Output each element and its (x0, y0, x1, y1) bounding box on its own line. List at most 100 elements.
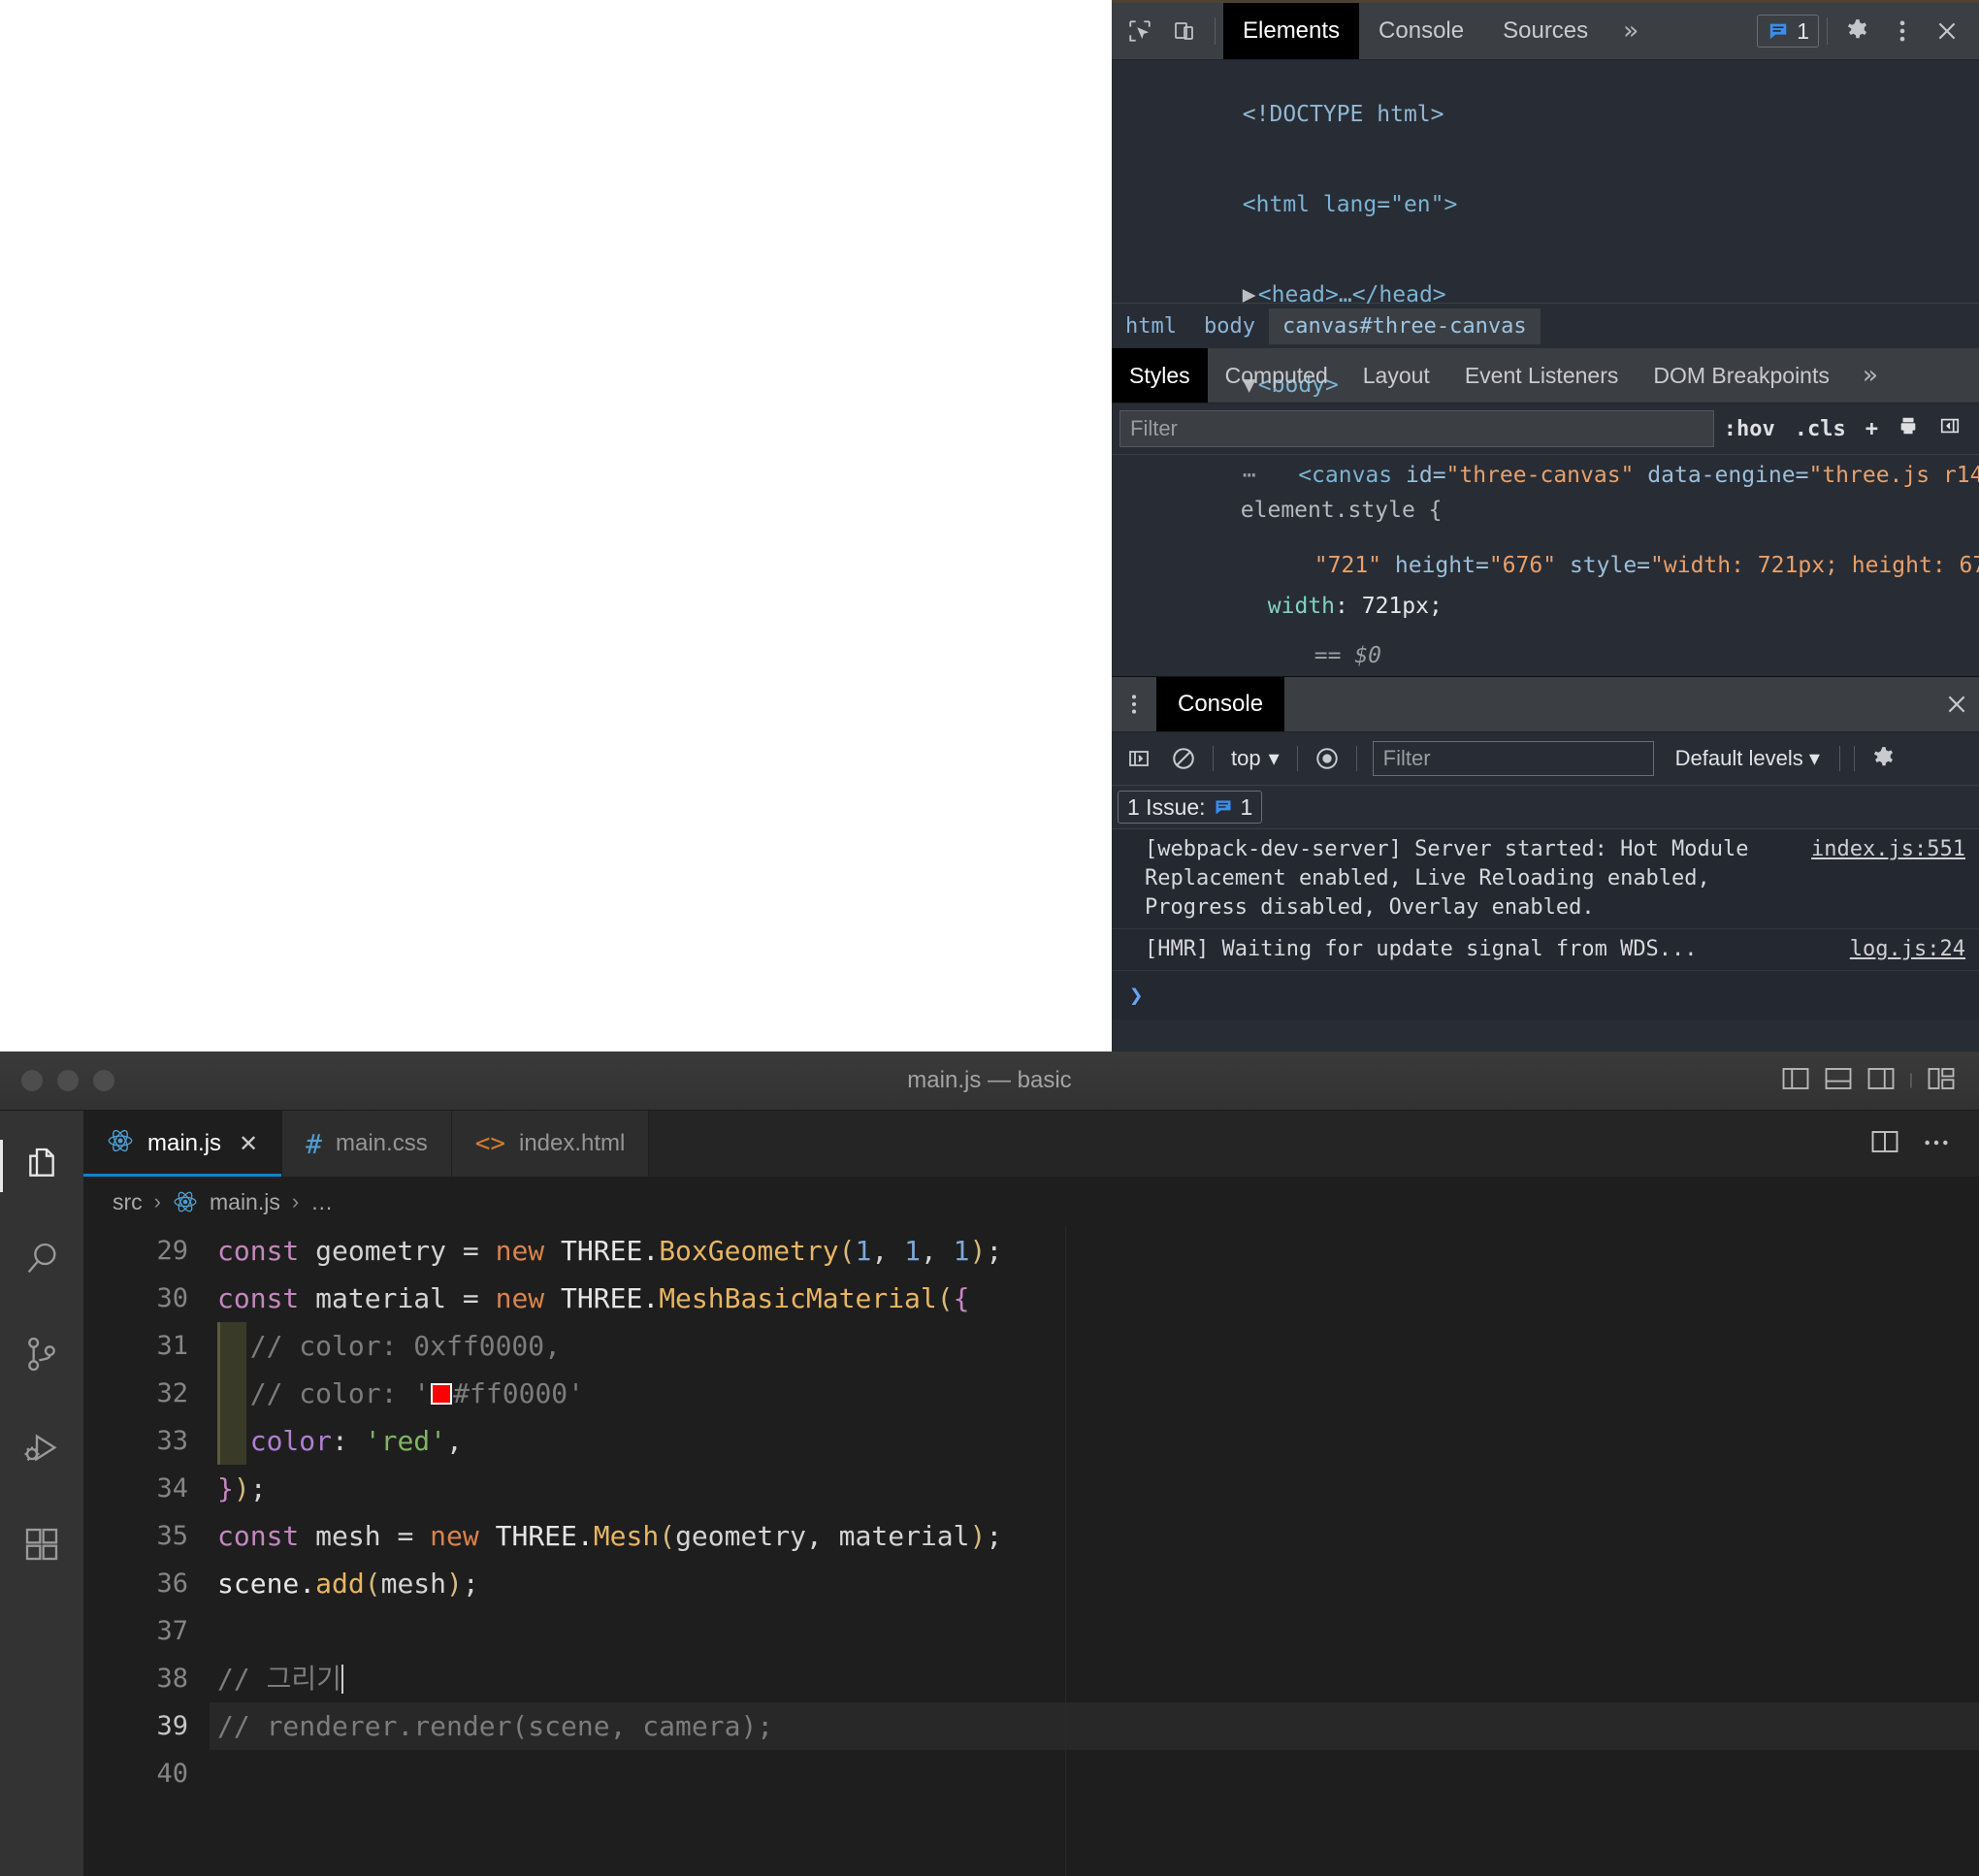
close-icon[interactable]: ✕ (239, 1130, 258, 1158)
css-property-name[interactable]: width (1268, 594, 1335, 619)
code-editor[interactable]: 29 30 31 32 33 34 35 36 37 38 39 40 const geometry … (83, 1227, 1979, 1876)
sidebar-item-explorer[interactable] (0, 1132, 83, 1200)
tab-index-html[interactable]: <> index.html (451, 1111, 650, 1177)
tab-main-css[interactable]: # main.css (282, 1111, 452, 1177)
execution-context-selector[interactable]: top ▾ (1221, 746, 1289, 771)
toggle-panel-icon[interactable] (1824, 1066, 1853, 1096)
code-line[interactable]: const mesh = new THREE.Mesh(geometry, ma… (210, 1512, 1979, 1560)
toggle-secondary-sidebar-icon[interactable] (1866, 1066, 1896, 1096)
chevron-down-icon: ▾ (1808, 746, 1820, 770)
styles-tab-computed[interactable]: Computed (1208, 348, 1346, 403)
console-messages[interactable]: [webpack-dev-server] Server started: Hot… (1112, 829, 1979, 1019)
dom-node-html[interactable]: <html lang="en"> (1112, 160, 1979, 250)
styles-filter-input[interactable]: Filter (1119, 410, 1714, 447)
console-filter-input[interactable]: Filter (1372, 741, 1654, 776)
breadcrumb-item-src[interactable]: src (113, 1189, 143, 1215)
console-prompt[interactable]: ❯ (1112, 971, 1979, 1019)
code-line[interactable]: const geometry = new THREE.BoxGeometry(1… (210, 1227, 1979, 1275)
color-swatch[interactable] (431, 1383, 453, 1405)
kebab-menu-icon[interactable] (1880, 9, 1925, 53)
dom-tree[interactable]: <!DOCTYPE html> <html lang="en"> ▶<head>… (1112, 60, 1979, 849)
close-icon[interactable] (1934, 682, 1979, 727)
drawer-tab-console[interactable]: Console (1156, 677, 1285, 731)
code-line[interactable]: // renderer.render(scene, camera); (210, 1702, 1979, 1750)
code-line[interactable]: // color: ' #ff0000' (210, 1370, 1979, 1417)
node-badge-icon[interactable]: ⋯ (1243, 463, 1258, 488)
code-line[interactable]: scene.add(mesh); (210, 1560, 1979, 1607)
code-token: mesh (380, 1568, 447, 1600)
message-source-link[interactable]: index.js:551 (1798, 835, 1965, 864)
console-sidebar-icon[interactable] (1118, 737, 1160, 780)
code-line[interactable]: color: 'red', (210, 1417, 1979, 1465)
code-line[interactable] (210, 1607, 1979, 1655)
breadcrumb-item-body[interactable]: body (1190, 308, 1269, 344)
text-cursor (341, 1665, 343, 1694)
minimize-window-button[interactable] (57, 1070, 79, 1091)
code-line[interactable]: // color: 0xff0000, (210, 1322, 1979, 1370)
issues-button[interactable]: 1 Issue: 1 (1118, 791, 1263, 824)
browser-page-viewport[interactable] (0, 0, 1112, 1051)
code-line[interactable]: const material = new THREE.MeshBasicMate… (210, 1275, 1979, 1322)
close-window-button[interactable] (21, 1070, 43, 1091)
breadcrumb-item-symbol[interactable]: … (310, 1189, 333, 1215)
gear-icon[interactable] (1835, 9, 1880, 53)
tab-main-js[interactable]: main.js ✕ (83, 1111, 283, 1177)
code-token: = (462, 1235, 496, 1267)
more-tabs-chevron-icon[interactable]: » (1607, 3, 1654, 59)
dom-node-doctype[interactable]: <!DOCTYPE html> (1112, 70, 1979, 160)
message-source-link[interactable]: log.js:24 (1836, 935, 1965, 964)
style-print-icon[interactable] (1888, 415, 1929, 442)
devtools-tab-sources[interactable]: Sources (1483, 3, 1607, 59)
log-levels-selector[interactable]: Default levels ▾ (1664, 746, 1832, 771)
code-token: scene. (217, 1568, 316, 1600)
gear-icon[interactable] (1863, 737, 1905, 780)
code-token: 1 (953, 1235, 970, 1267)
device-toolbar-icon[interactable] (1162, 9, 1207, 53)
toggle-sidebar-icon[interactable] (1929, 415, 1971, 442)
devtools-tab-elements[interactable]: Elements (1223, 3, 1360, 59)
console-message[interactable]: [webpack-dev-server] Server started: Hot… (1112, 829, 1979, 929)
breadcrumb-item-canvas[interactable]: canvas#three-canvas (1268, 307, 1541, 344)
sidebar-item-search[interactable] (0, 1227, 83, 1295)
code-line[interactable] (210, 1750, 1979, 1797)
console-message[interactable]: [HMR] Waiting for update signal from WDS… (1112, 929, 1979, 971)
customize-layout-icon[interactable] (1927, 1066, 1956, 1096)
maximize-window-button[interactable] (93, 1070, 114, 1091)
split-editor-icon[interactable] (1870, 1129, 1899, 1159)
kebab-menu-icon[interactable] (1112, 682, 1156, 727)
sidebar-item-extensions[interactable] (0, 1512, 83, 1580)
styles-more-tabs-chevron-icon[interactable]: » (1847, 348, 1894, 403)
code-line[interactable]: }); (210, 1465, 1979, 1512)
code-lines[interactable]: const geometry = new THREE.BoxGeometry(1… (210, 1227, 1979, 1797)
live-expression-icon[interactable] (1306, 737, 1348, 780)
code-token: ) (233, 1472, 250, 1504)
cls-toggle[interactable]: .cls (1785, 417, 1856, 441)
code-line[interactable]: // 그리기 (210, 1655, 1979, 1702)
chevron-right-icon[interactable]: ▶ (1243, 280, 1258, 310)
breadcrumb-separator: › (153, 1189, 161, 1213)
code-content[interactable]: const geometry = new THREE.BoxGeometry(1… (210, 1227, 1979, 1876)
css-property-value[interactable]: 721px; (1362, 594, 1443, 619)
toggle-primary-sidebar-icon[interactable] (1781, 1066, 1810, 1096)
devtools-tab-console[interactable]: Console (1359, 3, 1483, 59)
styles-tab-event-listeners[interactable]: Event Listeners (1447, 348, 1637, 403)
inspect-element-icon[interactable] (1118, 9, 1162, 53)
issues-label: 1 Issue: (1127, 793, 1206, 820)
close-icon[interactable] (1925, 9, 1969, 53)
styles-tab-layout[interactable]: Layout (1346, 348, 1447, 403)
breadcrumb-item-main-js[interactable]: main.js (210, 1189, 280, 1215)
styles-tab-dom-breakpoints[interactable]: DOM Breakpoints (1636, 348, 1847, 403)
issues-badge[interactable]: 1 (1757, 15, 1819, 48)
styles-tab-styles[interactable]: Styles (1112, 348, 1208, 403)
code-token: { (953, 1282, 970, 1314)
styles-pane-tabs: Styles Computed Layout Event Listeners D… (1112, 348, 1979, 404)
new-style-rule-button[interactable]: + (1856, 417, 1888, 441)
sidebar-item-run-and-debug[interactable] (0, 1417, 83, 1485)
code-token: // 그리기 (217, 1663, 341, 1695)
clear-console-icon[interactable] (1162, 737, 1205, 780)
sidebar-item-source-control[interactable] (0, 1322, 83, 1390)
hov-toggle[interactable]: :hov (1714, 417, 1785, 441)
more-actions-icon[interactable] (1923, 1135, 1950, 1152)
breadcrumb-item-html[interactable]: html (1112, 308, 1190, 344)
toolbar-divider-3 (1355, 746, 1357, 771)
